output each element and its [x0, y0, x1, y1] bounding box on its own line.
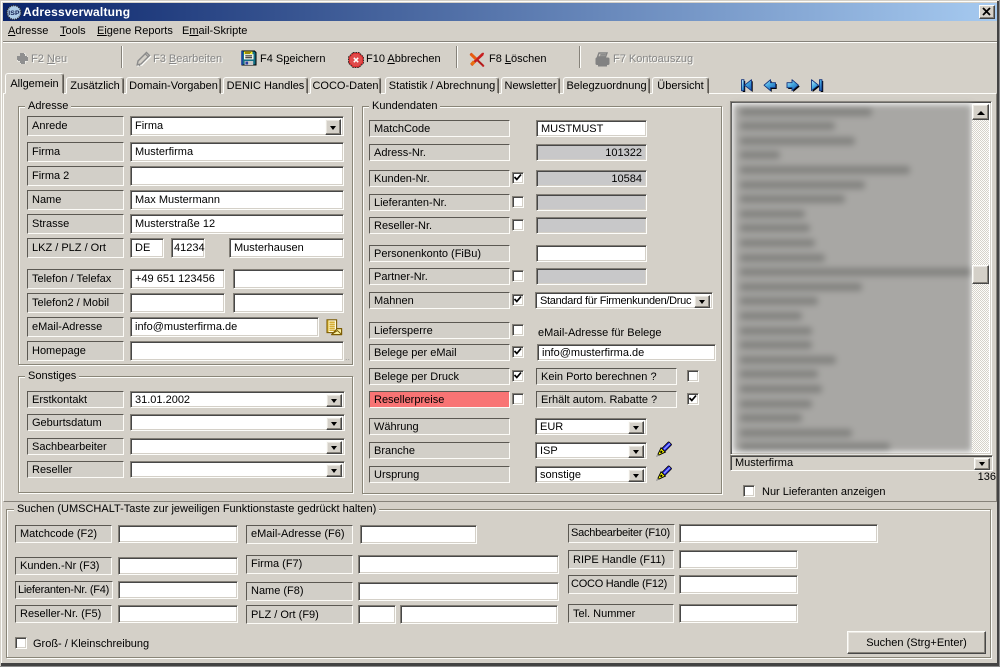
svg-text:ISP: ISP	[8, 10, 20, 17]
